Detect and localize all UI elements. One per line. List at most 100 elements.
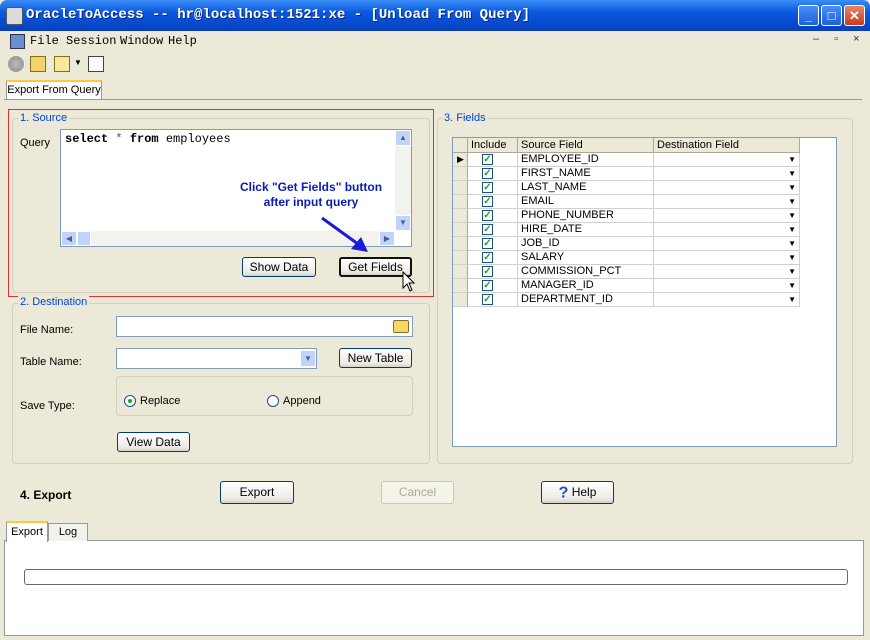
destination-field-cell[interactable]: ▼: [654, 195, 800, 209]
chevron-down-icon[interactable]: ▼: [788, 237, 796, 250]
source-field-cell[interactable]: MANAGER_ID: [518, 279, 654, 293]
maximize-button[interactable]: □: [821, 5, 842, 26]
include-cell[interactable]: ✓: [468, 167, 518, 181]
menu-help[interactable]: Help: [168, 34, 197, 48]
source-field-cell[interactable]: COMMISSION_PCT: [518, 265, 654, 279]
table-row[interactable]: ✓ JOB_ID ▼: [453, 237, 800, 251]
chevron-down-icon[interactable]: ▼: [788, 223, 796, 236]
chevron-down-icon[interactable]: ▼: [788, 279, 796, 292]
replace-radio[interactable]: [124, 395, 136, 407]
new-table-button[interactable]: New Table: [339, 348, 412, 368]
scroll-left-button[interactable]: ◀: [61, 231, 77, 246]
dropdown-arrow-icon[interactable]: ▼: [74, 58, 82, 67]
mdi-window-controls[interactable]: – ▫ ×: [813, 33, 866, 45]
row-header[interactable]: [453, 209, 468, 223]
source-field-cell[interactable]: PHONE_NUMBER: [518, 209, 654, 223]
include-cell[interactable]: ✓: [468, 153, 518, 167]
row-header[interactable]: [453, 251, 468, 265]
include-cell[interactable]: ✓: [468, 209, 518, 223]
include-checkbox[interactable]: ✓: [482, 210, 493, 221]
source-field-cell[interactable]: EMAIL: [518, 195, 654, 209]
row-header[interactable]: ▶: [453, 153, 468, 167]
destination-field-cell[interactable]: ▼: [654, 265, 800, 279]
row-header[interactable]: [453, 181, 468, 195]
include-checkbox[interactable]: ✓: [482, 154, 493, 165]
report-icon[interactable]: [88, 56, 104, 72]
menu-file[interactable]: File: [30, 34, 59, 48]
column-header-include[interactable]: Include: [468, 138, 518, 153]
include-cell[interactable]: ✓: [468, 181, 518, 195]
include-cell[interactable]: ✓: [468, 265, 518, 279]
destination-field-cell[interactable]: ▼: [654, 251, 800, 265]
append-radio[interactable]: [267, 395, 279, 407]
help-button[interactable]: ? Help: [541, 481, 614, 504]
tab-export-from-query[interactable]: Export From Query: [6, 80, 102, 100]
menu-window[interactable]: Window: [120, 34, 163, 48]
include-cell[interactable]: ✓: [468, 293, 518, 307]
source-field-cell[interactable]: EMPLOYEE_ID: [518, 153, 654, 167]
tab-export[interactable]: Export: [6, 521, 48, 542]
include-checkbox[interactable]: ✓: [482, 168, 493, 179]
table-row[interactable]: ▶ ✓ EMPLOYEE_ID ▼: [453, 153, 800, 167]
source-field-cell[interactable]: FIRST_NAME: [518, 167, 654, 181]
browse-folder-icon[interactable]: [393, 320, 409, 333]
include-cell[interactable]: ✓: [468, 251, 518, 265]
destination-field-cell[interactable]: ▼: [654, 293, 800, 307]
column-header-destination-field[interactable]: Destination Field: [654, 138, 800, 153]
source-field-cell[interactable]: LAST_NAME: [518, 181, 654, 195]
row-header[interactable]: [453, 167, 468, 181]
source-field-cell[interactable]: DEPARTMENT_ID: [518, 293, 654, 307]
chevron-down-icon[interactable]: ▼: [788, 209, 796, 222]
source-field-cell[interactable]: JOB_ID: [518, 237, 654, 251]
table-row[interactable]: ✓ LAST_NAME ▼: [453, 181, 800, 195]
include-checkbox[interactable]: ✓: [482, 224, 493, 235]
row-header[interactable]: [453, 223, 468, 237]
tab-log[interactable]: Log: [48, 523, 88, 541]
row-header[interactable]: [453, 195, 468, 209]
table-row[interactable]: ✓ PHONE_NUMBER ▼: [453, 209, 800, 223]
table-row[interactable]: ✓ HIRE_DATE ▼: [453, 223, 800, 237]
include-checkbox[interactable]: ✓: [482, 266, 493, 277]
scroll-right-button[interactable]: ▶: [379, 231, 395, 246]
minimize-button[interactable]: _: [798, 5, 819, 26]
close-button[interactable]: ✕: [844, 5, 865, 26]
chevron-down-icon[interactable]: ▼: [788, 153, 796, 166]
row-header[interactable]: [453, 279, 468, 293]
table-name-select[interactable]: ▼: [116, 348, 317, 369]
destination-field-cell[interactable]: ▼: [654, 167, 800, 181]
chevron-down-icon[interactable]: ▼: [788, 293, 796, 306]
table-row[interactable]: ✓ EMAIL ▼: [453, 195, 800, 209]
row-header[interactable]: [453, 265, 468, 279]
destination-field-cell[interactable]: ▼: [654, 237, 800, 251]
include-cell[interactable]: ✓: [468, 279, 518, 293]
scroll-down-button[interactable]: ▼: [395, 215, 411, 231]
cancel-button[interactable]: Cancel: [381, 481, 454, 504]
chevron-down-icon[interactable]: ▼: [788, 167, 796, 180]
table-row[interactable]: ✓ SALARY ▼: [453, 251, 800, 265]
disconnect-icon[interactable]: [8, 56, 24, 72]
query-vertical-scrollbar[interactable]: ▲ ▼: [395, 130, 411, 231]
export-button[interactable]: Export: [220, 481, 294, 504]
open-query-icon[interactable]: [54, 56, 70, 72]
include-cell[interactable]: ✓: [468, 237, 518, 251]
table-row[interactable]: ✓ MANAGER_ID ▼: [453, 279, 800, 293]
row-header[interactable]: [453, 293, 468, 307]
destination-field-cell[interactable]: ▼: [654, 181, 800, 195]
destination-field-cell[interactable]: ▼: [654, 209, 800, 223]
include-checkbox[interactable]: ✓: [482, 252, 493, 263]
view-data-button[interactable]: View Data: [117, 432, 190, 452]
include-checkbox[interactable]: ✓: [482, 182, 493, 193]
include-checkbox[interactable]: ✓: [482, 196, 493, 207]
column-header-source-field[interactable]: Source Field: [518, 138, 654, 153]
destination-field-cell[interactable]: ▼: [654, 153, 800, 167]
file-name-input[interactable]: [116, 316, 413, 337]
menu-session[interactable]: Session: [66, 34, 116, 48]
fields-grid[interactable]: Include Source Field Destination Field ▶…: [452, 137, 837, 447]
new-session-icon[interactable]: [30, 56, 46, 72]
show-data-button[interactable]: Show Data: [242, 257, 316, 277]
chevron-down-icon[interactable]: ▼: [788, 251, 796, 264]
source-field-cell[interactable]: HIRE_DATE: [518, 223, 654, 237]
chevron-down-icon[interactable]: ▼: [788, 181, 796, 194]
include-checkbox[interactable]: ✓: [482, 238, 493, 249]
table-row[interactable]: ✓ FIRST_NAME ▼: [453, 167, 800, 181]
